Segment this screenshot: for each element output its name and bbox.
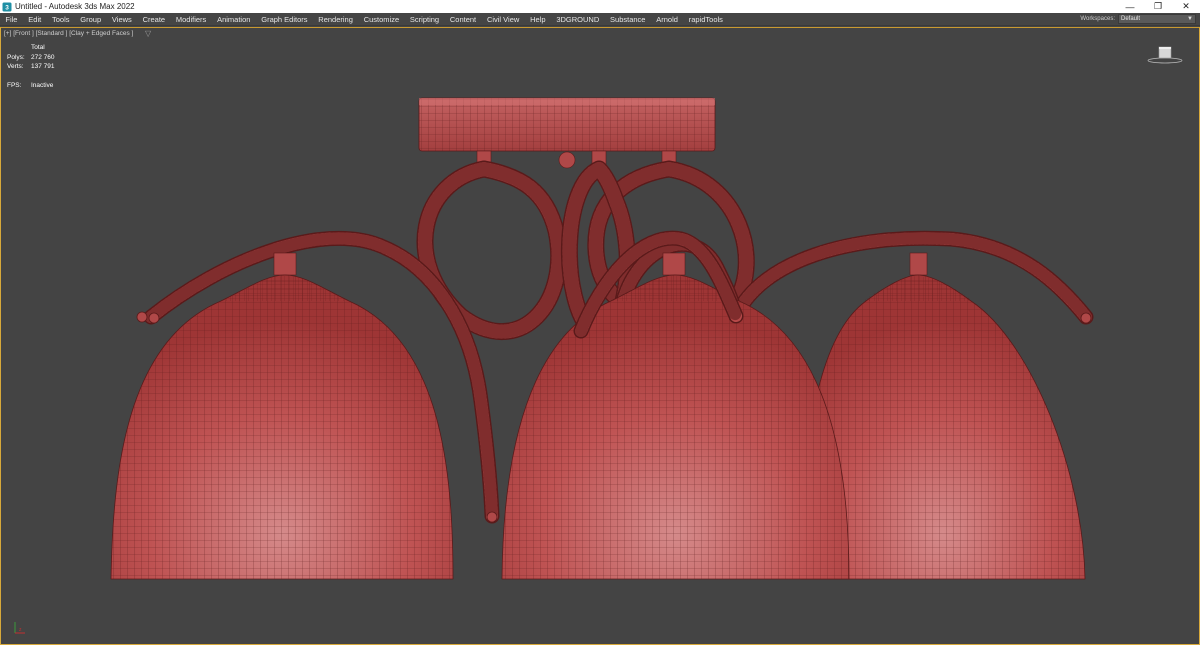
menu-item-civil-view[interactable]: Civil View bbox=[482, 13, 525, 26]
menu-item-file[interactable]: File bbox=[0, 13, 23, 26]
menu-item-modifiers[interactable]: Modifiers bbox=[170, 13, 211, 26]
ceiling-canopy[interactable] bbox=[418, 97, 716, 152]
stats-fps-row: FPS: Inactive bbox=[7, 81, 55, 91]
polys-label: Polys: bbox=[7, 53, 25, 61]
viewcube-icon[interactable] bbox=[1147, 45, 1183, 65]
menu-item-create[interactable]: Create bbox=[137, 13, 170, 26]
menu-item-scripting[interactable]: Scripting bbox=[405, 13, 445, 26]
menu-item-animation[interactable]: Animation bbox=[212, 13, 256, 26]
app-window: 3 Untitled - Autodesk 3ds Max 2022 — ❐ ✕… bbox=[0, 0, 1200, 645]
menu-bar: File Edit Tools Group Views Create Modifiers An… bbox=[0, 13, 1200, 26]
axis-tripod-icon: z bbox=[14, 622, 25, 634]
menu-item-3dground[interactable]: 3DGROUND bbox=[551, 13, 605, 26]
workspace-switcher: Workspaces: Default ▼ bbox=[1080, 14, 1196, 24]
menu-item-graph-editors[interactable]: Graph Editors bbox=[256, 13, 313, 26]
restore-button[interactable]: ❐ bbox=[1144, 0, 1172, 13]
menu-items: File Edit Tools Group Views Create Modifiers An… bbox=[0, 13, 728, 25]
title-bar: 3 Untitled - Autodesk 3ds Max 2022 — ❐ ✕ bbox=[0, 0, 1200, 13]
menu-item-substance[interactable]: Substance bbox=[605, 13, 651, 26]
menu-item-customize[interactable]: Customize bbox=[358, 13, 404, 26]
menu-item-rapidtools[interactable]: rapidTools bbox=[683, 13, 728, 26]
workspace-value: Default bbox=[1121, 16, 1141, 22]
menu-item-group[interactable]: Group bbox=[75, 13, 107, 26]
front-viewport[interactable]: [+] [Front ] [Standard ] [Clay + Edged F… bbox=[0, 27, 1200, 645]
stats-overlay: Total Polys: 272 760 Verts: 137 791 FPS:… bbox=[7, 43, 55, 90]
menu-item-arnold[interactable]: Arnold bbox=[651, 13, 683, 26]
viewport-label-menu[interactable]: [+] [Front ] [Standard ] [Clay + Edged F… bbox=[4, 30, 133, 37]
stats-header-row: Total bbox=[7, 43, 55, 53]
verts-label: Verts: bbox=[7, 63, 24, 70]
fps-label: FPS: bbox=[7, 81, 22, 89]
menu-item-tools[interactable]: Tools bbox=[47, 13, 75, 26]
stats-header: Total bbox=[31, 44, 45, 51]
close-button[interactable]: ✕ bbox=[1172, 0, 1200, 13]
chandelier-model[interactable] bbox=[1, 28, 1200, 645]
menu-item-views[interactable]: Views bbox=[107, 13, 138, 26]
chevron-down-icon: ▼ bbox=[1187, 16, 1193, 22]
filter-icon[interactable]: ▽ bbox=[145, 29, 151, 38]
workspace-select[interactable]: Default ▼ bbox=[1118, 14, 1196, 24]
menu-item-edit[interactable]: Edit bbox=[23, 13, 47, 26]
verts-value: 137 791 bbox=[31, 63, 55, 70]
stats-polys-row: Polys: 272 760 bbox=[7, 53, 55, 63]
3ds-max-logo-icon: 3 bbox=[2, 2, 12, 11]
window-title: Untitled - Autodesk 3ds Max 2022 bbox=[15, 2, 135, 11]
stats-verts-row: Verts: 137 791 bbox=[7, 62, 55, 72]
minimize-button[interactable]: — bbox=[1116, 0, 1144, 13]
svg-text:3: 3 bbox=[5, 4, 9, 11]
fps-value: Inactive bbox=[31, 81, 54, 89]
workspace-label: Workspaces: bbox=[1080, 16, 1115, 22]
polys-value: 272 760 bbox=[31, 53, 55, 61]
menu-item-help[interactable]: Help bbox=[525, 13, 551, 26]
menu-item-content[interactable]: Content bbox=[444, 13, 481, 26]
svg-text:z: z bbox=[19, 627, 22, 633]
menu-item-rendering[interactable]: Rendering bbox=[313, 13, 358, 26]
